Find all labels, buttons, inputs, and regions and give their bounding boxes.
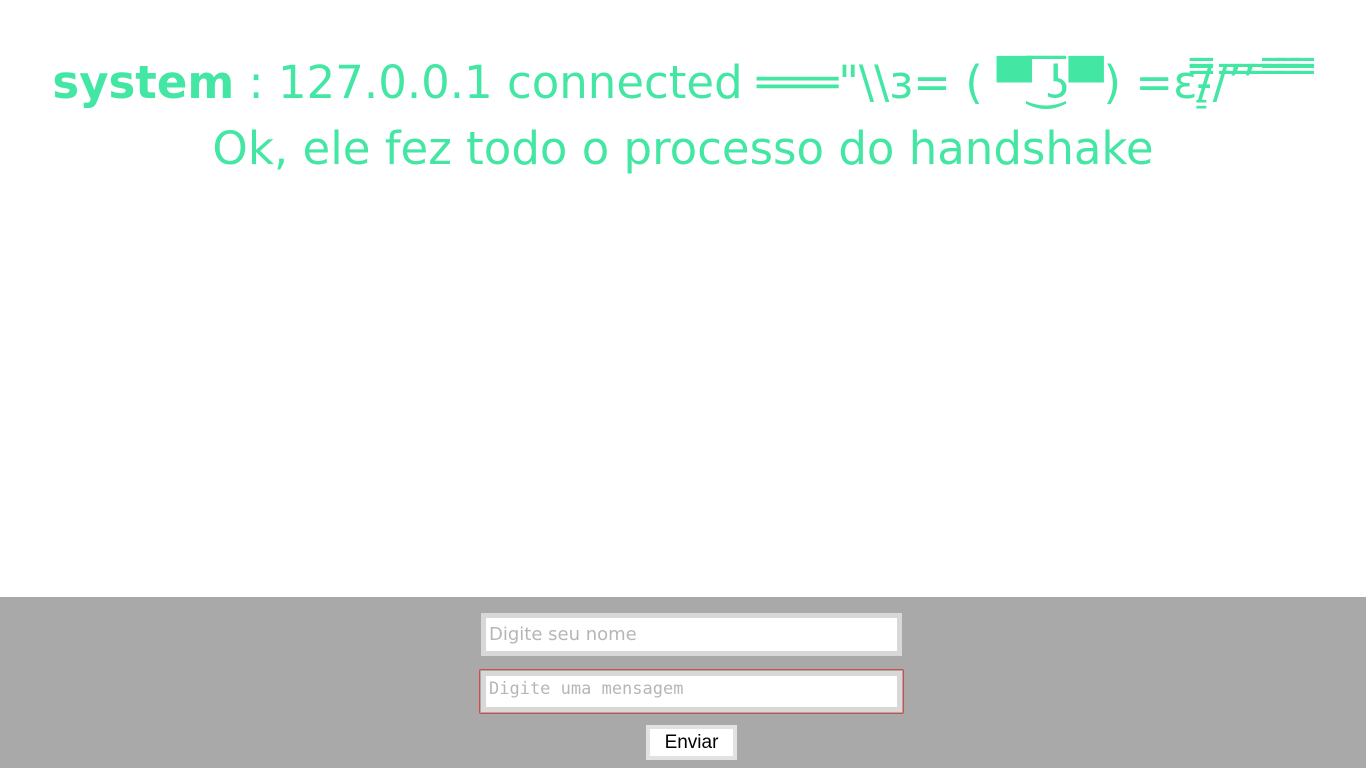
- message-input[interactable]: [481, 671, 902, 712]
- chat-area: system : 127.0.0.1 connected ═══"\\з= ( …: [0, 0, 1366, 597]
- name-input[interactable]: [481, 613, 902, 656]
- send-button[interactable]: Enviar: [646, 725, 737, 760]
- message-input-focus-ring: [479, 669, 904, 714]
- message-separator: :: [234, 56, 279, 109]
- message-text: 127.0.0.1 connected ═══"\\з= ( ▀ ͜͞ʖ▀) =…: [212, 56, 1314, 175]
- message-form: Enviar: [0, 597, 1366, 768]
- chat-message: system : 127.0.0.1 connected ═══"\\з= ( …: [10, 50, 1356, 182]
- message-username: system: [52, 56, 235, 109]
